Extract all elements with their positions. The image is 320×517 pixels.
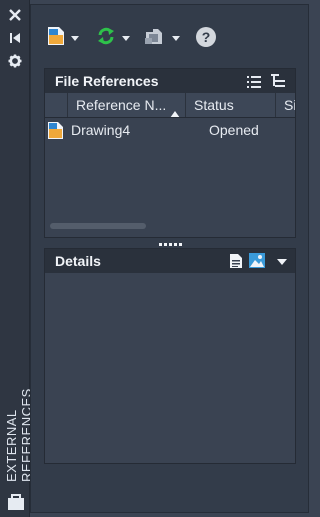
column-reference-name-label: Reference N... [76, 97, 167, 113]
toolbar: ? [31, 5, 308, 65]
refresh-button[interactable] [96, 27, 130, 49]
sort-ascending-icon [170, 101, 180, 117]
section-splitter[interactable] [44, 238, 296, 246]
external-references-panel-icon [7, 493, 25, 516]
details-options-dropdown[interactable] [277, 259, 287, 265]
attach-dwg-button[interactable] [47, 26, 79, 51]
attach-dropdown-caret[interactable] [71, 35, 79, 41]
preview-icon[interactable] [249, 253, 265, 271]
horizontal-scrollbar[interactable] [50, 223, 146, 229]
refresh-dropdown-caret[interactable] [122, 35, 130, 41]
close-icon[interactable] [6, 6, 24, 24]
table-row[interactable]: Drawing4 Opened [45, 119, 295, 143]
tree-view-icon[interactable] [271, 74, 285, 91]
collapse-panel-icon[interactable] [6, 29, 24, 47]
column-icon[interactable] [45, 93, 68, 117]
external-references-panel: ? File References Reference N... Status … [30, 4, 309, 513]
column-reference-name[interactable]: Reference N... [68, 93, 186, 117]
attach-dwg-icon [47, 26, 65, 51]
file-references-column-header: Reference N... Status Si [45, 93, 295, 118]
drawing-file-icon [47, 121, 64, 143]
change-path-icon [144, 26, 166, 51]
details-body [45, 273, 295, 463]
details-view-icon[interactable] [229, 253, 243, 272]
file-references-title: File References [55, 73, 159, 89]
file-references-section: File References Reference N... Status Si [44, 68, 296, 238]
file-references-header: File References [45, 69, 295, 93]
list-view-icon[interactable] [247, 75, 261, 91]
change-path-button[interactable] [144, 27, 180, 49]
column-status[interactable]: Status [186, 93, 276, 117]
reference-name-cell: Drawing4 [71, 122, 131, 138]
panel-title-bar[interactable]: EXTERNAL REFERENCES [0, 0, 34, 517]
help-icon[interactable]: ? [196, 27, 216, 47]
panel-vertical-title: EXTERNAL REFERENCES [4, 388, 34, 482]
details-section: Details [44, 248, 296, 464]
gear-icon[interactable] [6, 52, 24, 70]
status-cell: Opened [209, 122, 259, 138]
details-title: Details [55, 253, 101, 269]
column-size[interactable]: Si [276, 93, 295, 117]
details-header: Details [45, 249, 295, 273]
refresh-icon [96, 26, 116, 51]
change-path-dropdown-caret[interactable] [172, 35, 180, 41]
